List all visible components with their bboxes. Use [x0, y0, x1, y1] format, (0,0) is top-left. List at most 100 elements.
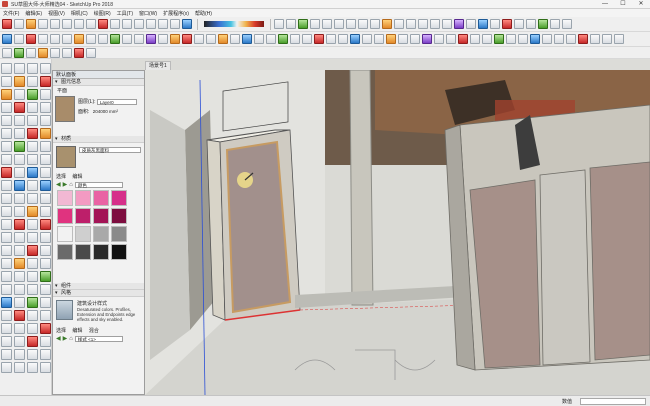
plugin-icon[interactable] [302, 34, 312, 44]
plugin-icon[interactable] [40, 349, 51, 360]
plugin-icon[interactable] [27, 193, 38, 204]
plugin-icon[interactable] [446, 34, 456, 44]
plugin-icon[interactable] [50, 47, 60, 58]
plugin-icon[interactable] [14, 297, 25, 308]
plugin-icon[interactable] [218, 34, 228, 44]
move-tool-icon[interactable] [1, 193, 12, 204]
plugin-icon[interactable] [40, 76, 51, 87]
plugin-icon[interactable] [27, 245, 38, 256]
plugin-icon[interactable] [14, 232, 25, 243]
plugin-icon[interactable] [40, 284, 51, 295]
plugin-icon[interactable] [578, 34, 588, 44]
eraser-icon[interactable] [14, 19, 24, 29]
plugin-icon[interactable] [562, 19, 572, 29]
tab-mix[interactable]: 混合 [89, 328, 99, 334]
plugin-icon[interactable] [14, 180, 25, 191]
material-swatch[interactable] [93, 190, 109, 206]
plugin-icon[interactable] [40, 115, 51, 126]
plugin-icon[interactable] [27, 89, 38, 100]
material-category-select[interactable]: 颜色 [74, 181, 123, 188]
model-canvas[interactable] [145, 70, 650, 395]
zoom-icon[interactable] [1, 349, 12, 360]
push-pull-icon[interactable] [1, 167, 12, 178]
offset-tool-icon[interactable] [1, 232, 12, 243]
plugin-icon[interactable] [158, 34, 168, 44]
entity-material-swatch[interactable] [55, 96, 75, 122]
iso-view-icon[interactable] [310, 19, 320, 29]
paint-bucket-icon[interactable] [1, 89, 12, 100]
zoom-extents-icon[interactable] [1, 362, 12, 373]
plugin-icon[interactable] [542, 34, 552, 44]
protractor-icon[interactable] [1, 271, 12, 282]
plugin-icon[interactable] [2, 34, 12, 44]
plugin-icon[interactable] [62, 47, 72, 58]
plugin-icon[interactable] [110, 34, 120, 44]
plugin-icon[interactable] [40, 219, 51, 230]
plugin-icon[interactable] [40, 193, 51, 204]
paint-bucket-icon[interactable] [26, 19, 36, 29]
plugin-icon[interactable] [27, 349, 38, 360]
material-swatch[interactable] [111, 244, 127, 260]
tab-select[interactable]: 选择 [56, 174, 66, 180]
scene-tab[interactable]: 场景号1 [145, 61, 171, 70]
plugin-icon[interactable] [530, 34, 540, 44]
shaded-icon[interactable] [418, 19, 428, 29]
tab-edit[interactable]: 编辑 [72, 328, 82, 334]
plugin-icon[interactable] [26, 34, 36, 44]
plugin-icon[interactable] [494, 34, 504, 44]
plugin-icon[interactable] [590, 34, 600, 44]
scale-tool-icon[interactable] [1, 219, 12, 230]
plugin-icon[interactable] [490, 19, 500, 29]
rotate-tool-icon[interactable] [1, 206, 12, 217]
plugin-icon[interactable] [27, 362, 38, 373]
plugin-icon[interactable] [27, 323, 38, 334]
material-swatch[interactable] [93, 226, 109, 242]
plugin-icon[interactable] [14, 47, 24, 58]
forward-arrow-icon[interactable]: ▶ [63, 181, 68, 188]
plugin-icon[interactable] [458, 34, 468, 44]
plugin-icon[interactable] [40, 206, 51, 217]
plugin-icon[interactable] [554, 34, 564, 44]
plugin-icon[interactable] [14, 76, 25, 87]
plugin-icon[interactable] [518, 34, 528, 44]
display-section-icon[interactable] [286, 19, 296, 29]
plugin-icon[interactable] [40, 336, 51, 347]
plugin-icon[interactable] [40, 362, 51, 373]
plugin-icon[interactable] [14, 167, 25, 178]
plugin-icon[interactable] [27, 297, 38, 308]
dimension-tool-icon[interactable] [1, 258, 12, 269]
material-swatch[interactable] [111, 190, 127, 206]
plugin-icon[interactable] [466, 19, 476, 29]
plugin-icon[interactable] [74, 34, 84, 44]
plugin-icon[interactable] [566, 34, 576, 44]
select-tool-icon[interactable] [1, 63, 12, 74]
plugin-icon[interactable] [182, 34, 192, 44]
plugin-icon[interactable] [14, 362, 25, 373]
text-tool-icon[interactable] [170, 19, 180, 29]
rectangle-tool-icon[interactable] [62, 19, 72, 29]
plugin-icon[interactable] [50, 34, 60, 44]
follow-me-icon[interactable] [1, 180, 12, 191]
plugin-icon[interactable] [14, 128, 25, 139]
plugin-icon[interactable] [40, 180, 51, 191]
layer-select[interactable]: Layer0 [96, 98, 137, 105]
plugin-icon[interactable] [27, 219, 38, 230]
plugin-icon[interactable] [27, 76, 38, 87]
tab-edit[interactable]: 编辑 [72, 174, 82, 180]
plugin-icon[interactable] [14, 193, 25, 204]
scale-tool-icon[interactable] [134, 19, 144, 29]
minimize-button[interactable]: — [596, 0, 614, 9]
plugin-icon[interactable] [602, 34, 612, 44]
line-tool-icon[interactable] [38, 19, 48, 29]
plugin-icon[interactable] [27, 232, 38, 243]
plugin-icon[interactable] [506, 34, 516, 44]
plugin-icon[interactable] [86, 34, 96, 44]
plugin-icon[interactable] [386, 34, 396, 44]
plugin-icon[interactable] [40, 258, 51, 269]
plugin-icon[interactable] [40, 297, 51, 308]
wireframe-icon[interactable] [394, 19, 404, 29]
material-swatch[interactable] [75, 208, 91, 224]
plugin-icon[interactable] [62, 34, 72, 44]
plugin-icon[interactable] [14, 323, 25, 334]
rotate-tool-icon[interactable] [122, 19, 132, 29]
